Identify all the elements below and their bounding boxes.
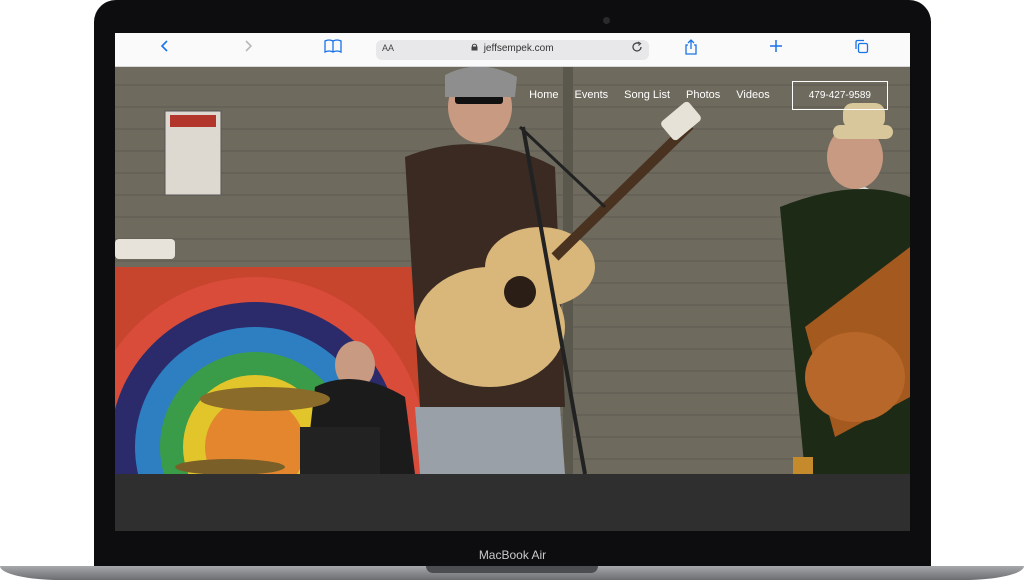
tabs-icon[interactable] (852, 39, 870, 59)
camera-icon (603, 17, 610, 24)
address-bar[interactable]: AA jeffsempek.com (376, 40, 649, 60)
band-photo (115, 67, 910, 474)
phone-button[interactable]: 479-427-9589 (791, 80, 888, 110)
plus-icon[interactable] (767, 39, 785, 59)
browser-screen: AA jeffsempek.com Home Events Song List … (115, 33, 910, 531)
chevron-right-icon[interactable] (240, 39, 256, 59)
nav-home[interactable]: Home (529, 89, 558, 101)
url-text: jeffsempek.com (483, 43, 554, 54)
nav-events[interactable]: Events (575, 89, 609, 101)
nav-song-list[interactable]: Song List (624, 89, 670, 101)
share-icon[interactable] (682, 39, 700, 59)
lock-icon (471, 43, 480, 53)
book-icon[interactable] (323, 39, 343, 59)
device-model-label: MacBook Air (478, 548, 547, 562)
reload-icon[interactable] (631, 41, 643, 56)
site-navigation: Home Events Song List Photos Videos 479-… (529, 80, 888, 110)
nav-photos[interactable]: Photos (686, 89, 720, 101)
hero-image: Home Events Song List Photos Videos 479-… (115, 67, 910, 474)
nav-videos[interactable]: Videos (736, 89, 769, 101)
content-section (115, 474, 910, 531)
chevron-left-icon[interactable] (157, 39, 173, 59)
laptop-notch (426, 566, 598, 573)
safari-toolbar: AA jeffsempek.com (115, 33, 910, 67)
